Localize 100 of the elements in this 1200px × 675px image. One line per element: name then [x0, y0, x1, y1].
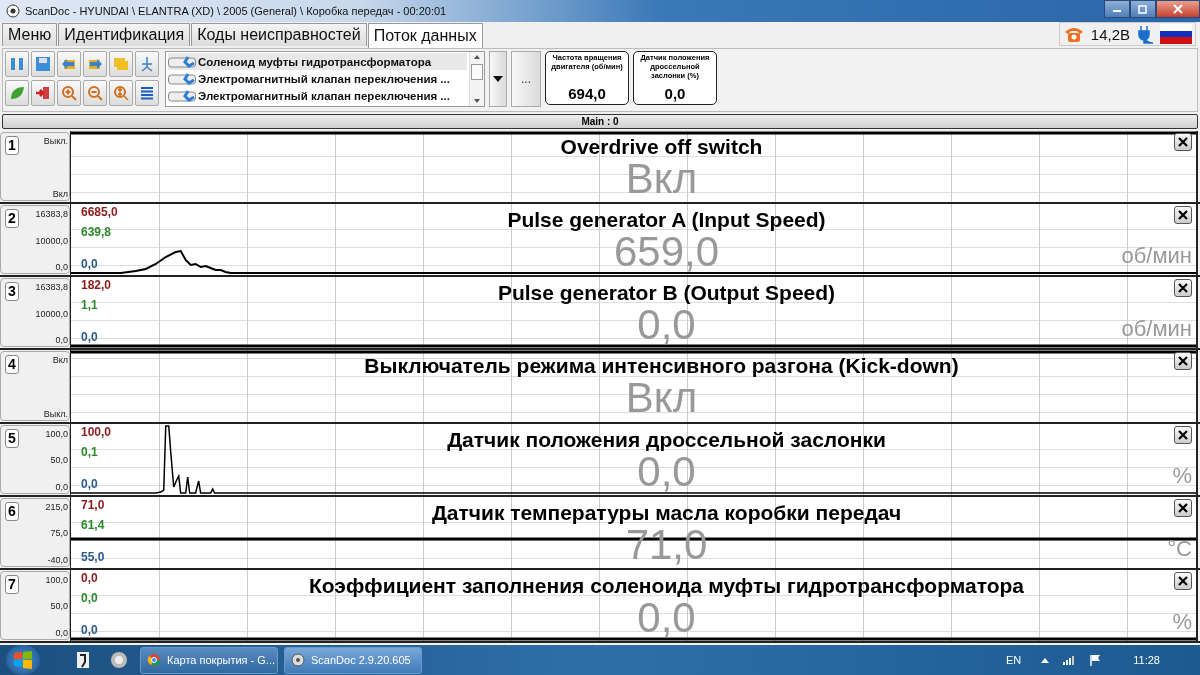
remove-channel-button[interactable] [1174, 352, 1192, 371]
scroll-thumb[interactable] [471, 64, 483, 80]
average-value: 0,0 [81, 590, 99, 605]
remove-channel-button[interactable] [1174, 498, 1192, 517]
dropdown-button[interactable] [489, 51, 507, 107]
steering-wheel-icon [291, 653, 305, 667]
channel-number: 6 [5, 501, 19, 521]
scroll-up-icon [473, 54, 481, 60]
minimize-button[interactable] [1104, 0, 1130, 18]
steering-wheel-icon [6, 4, 20, 18]
toolbar-button[interactable] [83, 80, 107, 106]
axis-label: 0,0 [55, 627, 68, 638]
min-value: 0,0 [81, 257, 99, 272]
toolbar-button[interactable] [109, 80, 133, 106]
unit-label: об/мин [1121, 316, 1192, 343]
axis-label: Выкл. [43, 408, 68, 419]
axis-label: 0,0 [55, 335, 68, 346]
maximize-button[interactable] [1130, 0, 1156, 18]
max-value: 182,0 [81, 278, 113, 293]
remove-channel-button[interactable] [1174, 206, 1192, 225]
axis-label: Выкл. [43, 136, 68, 146]
tool-icon [76, 651, 90, 669]
remove-channel-button[interactable] [1174, 133, 1192, 151]
tab[interactable]: Поток данных [367, 23, 483, 48]
flag-icon [1089, 654, 1102, 666]
axis-label: 100,0 [45, 574, 68, 585]
axis-label: Вкл [52, 355, 68, 366]
close-button[interactable] [1156, 0, 1200, 18]
channel-number: 5 [5, 428, 19, 448]
channel-title: Датчик положения дроссельной заслонки [447, 427, 886, 452]
list-icon [138, 84, 156, 102]
clock: 11:28 [1133, 654, 1160, 666]
max-value: 71,0 [81, 497, 106, 512]
dropdown-arrow-icon [493, 76, 503, 82]
channel-title: Overdrive off switch [560, 135, 763, 159]
exit-icon [34, 84, 52, 102]
channel-number: 7 [5, 574, 19, 594]
axis-label: 50,0 [50, 455, 68, 466]
toolbar-button[interactable] [31, 51, 55, 77]
browser-icon [147, 653, 161, 667]
average-value: 61,4 [81, 517, 106, 532]
toolbar-button[interactable] [5, 80, 29, 106]
unit-label: % [1172, 609, 1192, 635]
list-item[interactable]: Электромагнитный клапан переключения ... [168, 70, 467, 87]
tab[interactable]: Меню [2, 23, 58, 46]
window-title: ScanDoc - HYUNDAI \ ELANTRA (XD) \ 2005 (General) \ Коробка передач - 00:20:01 [25, 5, 447, 17]
toolbar-button[interactable] [57, 51, 81, 77]
channel-title: Pulse generator B (Output Speed) [497, 281, 836, 306]
list-item[interactable]: Соленоид муфты гидротрансформатора [168, 53, 467, 70]
channel-number: 3 [5, 282, 19, 302]
plug-icon [1136, 24, 1154, 44]
leaf-icon [8, 84, 26, 102]
language-indicator: EN [1006, 654, 1022, 666]
section-bar: Main : 0 [2, 114, 1198, 129]
toolbar-button[interactable] [5, 51, 29, 77]
remove-channel-button[interactable] [1174, 279, 1192, 298]
average-value: 1,1 [81, 298, 99, 313]
save-icon [34, 55, 52, 73]
current-value: Вкл [625, 159, 698, 199]
unit-label: °C [1167, 535, 1192, 562]
list-item[interactable]: Электромагнитный клапан переключения ... [168, 87, 467, 104]
max-value: 0,0 [81, 570, 99, 585]
close-icon [1177, 574, 1189, 587]
wrench-icon [168, 54, 196, 69]
axis-label: 100,0 [45, 428, 68, 439]
current-value: 659,0 [613, 232, 720, 273]
axis-label: 10000,0 [35, 235, 68, 246]
close-icon [1173, 4, 1183, 14]
toolbar-button[interactable] [83, 51, 107, 77]
channel-number: 2 [5, 209, 19, 229]
min-value: 0,0 [81, 330, 99, 345]
close-icon [1177, 136, 1189, 148]
axis-label: 50,0 [50, 601, 68, 612]
folders-icon [112, 55, 130, 73]
voltage-reading: 14,2В [1090, 25, 1130, 43]
more-button[interactable]: ... [511, 51, 541, 107]
channel-number: 4 [5, 355, 19, 375]
start-button[interactable] [6, 645, 40, 675]
min-value: 55,0 [81, 549, 106, 564]
flag-icon [1160, 24, 1192, 44]
axis-label: 16383,8 [35, 282, 68, 293]
toolbar-button[interactable] [135, 51, 159, 77]
close-icon [1177, 428, 1189, 441]
axis-label: 0,0 [55, 262, 68, 273]
tab[interactable]: Коды неисправностей [191, 23, 367, 46]
current-value: 0,0 [637, 451, 696, 492]
remove-channel-button[interactable] [1174, 571, 1192, 590]
current-value: 0,0 [637, 597, 696, 638]
remove-channel-button[interactable] [1174, 425, 1192, 444]
tab[interactable]: Идентификация [58, 23, 191, 46]
scroll-down-icon [473, 98, 481, 104]
toolbar-button[interactable] [135, 80, 159, 106]
axis-label: 75,0 [50, 528, 68, 539]
scrollbar[interactable] [469, 52, 484, 106]
taskbar-button[interactable]: Карта покрытия - G... [140, 646, 278, 674]
close-icon [1177, 501, 1189, 514]
toolbar-button[interactable] [57, 80, 81, 106]
pause-icon [8, 55, 26, 73]
toolbar-button[interactable] [31, 80, 55, 106]
gauge-value: 694,0 [568, 85, 606, 102]
